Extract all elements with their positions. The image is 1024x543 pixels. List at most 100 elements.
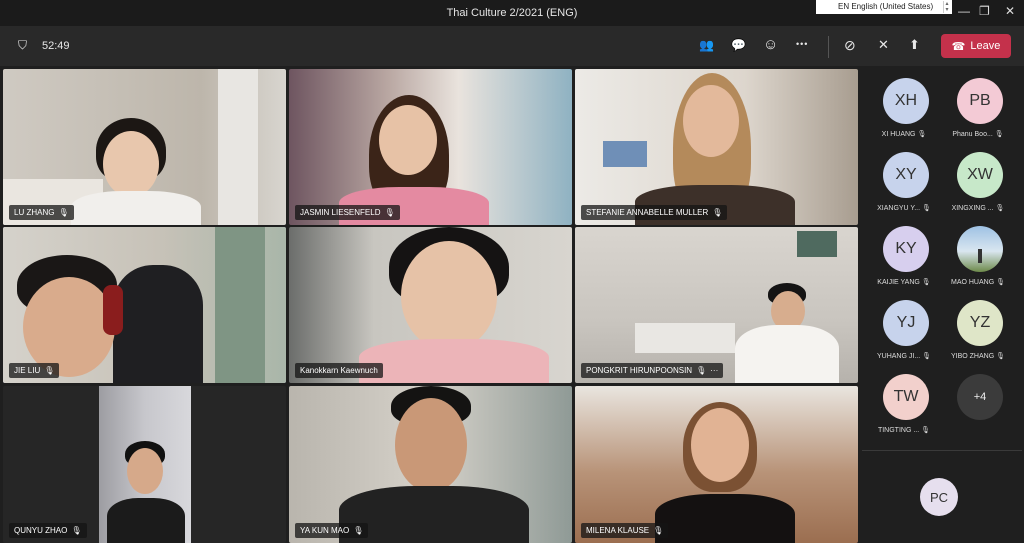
mic-muted-icon: 🎙	[44, 366, 55, 375]
meeting-timer: 52:49	[42, 40, 70, 52]
person-body	[71, 191, 201, 225]
avatar: YZ	[957, 300, 1003, 346]
participant-name: YUHANG JI...	[876, 353, 921, 360]
mic-off-icon[interactable]: ✕	[878, 37, 889, 53]
avatar: PB	[957, 78, 1003, 124]
participant-yibo-zhang[interactable]: YZ YIBO ZHANG 🎙	[937, 290, 1017, 362]
mic-muted-icon: 🎙	[712, 208, 723, 217]
participant-pc[interactable]: PC	[900, 468, 980, 540]
mic-muted-icon: 🎙	[384, 208, 395, 217]
person-body	[735, 325, 839, 383]
participant-xingxing[interactable]: XW XINGXING ... 🎙	[937, 142, 1017, 214]
participant-mao-huang[interactable]: MAO HUANG 🎙	[937, 216, 1017, 288]
people-icon[interactable]: 👥	[699, 38, 714, 52]
person-face	[23, 277, 115, 377]
video-tile-jie-liu[interactable]: JIE LIU 🎙	[3, 227, 286, 383]
avatar: TW	[883, 374, 929, 420]
avatar: YJ	[883, 300, 929, 346]
gaming-chair	[113, 265, 203, 383]
participant-name: YIBO ZHANG	[950, 353, 995, 360]
participant-name: Phanu Boo...	[952, 131, 993, 138]
participant-xi-huang[interactable]: XH XI HUANG 🎙	[863, 68, 943, 140]
participant-yuhang[interactable]: YJ YUHANG JI... 🎙	[863, 290, 943, 362]
video-tile-jasmin-liesenfeld[interactable]: JASMIN LIESENFELD 🎙	[289, 69, 572, 225]
person-face	[127, 448, 163, 494]
mic-muted-icon: 🎙	[994, 131, 1004, 138]
person-face	[683, 85, 739, 157]
video-tile-pongkrit-hirunpoonsin[interactable]: PONGKRIT HIRUNPOONSIN 🎙 ···	[575, 227, 858, 383]
video-tile-ya-kun-mao[interactable]: YA KUN MAO 🎙	[289, 386, 572, 543]
close-button[interactable]: ✕	[1005, 4, 1015, 18]
participant-name: XIANGYU Y...	[877, 205, 921, 212]
participant-name-tag: Kanokkarn Kaewnuch	[295, 363, 383, 378]
camera-off-icon[interactable]: ⊘	[844, 37, 856, 54]
mic-muted-icon: 🎙	[996, 353, 1006, 360]
avatar: XH	[883, 78, 929, 124]
toolbar-divider	[828, 36, 829, 58]
video-tile-kanokkarn-kaewnuch[interactable]: Kanokkarn Kaewnuch	[289, 227, 572, 383]
reactions-icon[interactable]: ☺	[763, 36, 778, 53]
mic-muted-icon: 🎙	[995, 205, 1005, 212]
person-face	[379, 105, 437, 175]
participant-label: MAO HUANG 🎙	[939, 278, 1017, 286]
person-face	[103, 131, 159, 197]
leave-label: Leave	[970, 40, 1001, 52]
video-tile-stefanie-annabelle-muller[interactable]: STEFANIE ANNABELLE MULLER 🎙	[575, 69, 858, 225]
mic-muted-icon: 🎙	[58, 208, 69, 217]
meeting-toolbar: ⛉ 52:49 👥 💬 ☺ ••• ⊘ ✕ ⬆ ☎ Leave	[0, 26, 1024, 66]
participant-name: Kanokkarn Kaewnuch	[300, 366, 378, 375]
avatar: XY	[883, 152, 929, 198]
more-participants-button[interactable]: +4	[937, 364, 1017, 436]
language-scroll[interactable]: ▴ ▾	[943, 1, 950, 13]
participant-phanu[interactable]: PB Phanu Boo... 🎙	[937, 68, 1017, 140]
participant-name-tag: QUNYU ZHAO 🎙	[9, 523, 87, 538]
leave-button[interactable]: ☎ Leave	[941, 34, 1011, 58]
video-tile-milena-klause[interactable]: MILENA KLAUSE 🎙	[575, 386, 858, 543]
participant-tingting[interactable]: TW TINGTING ... 🎙	[863, 364, 943, 436]
share-screen-icon[interactable]: ⬆	[909, 37, 920, 53]
participant-kaijie-yang[interactable]: KY KAIJIE YANG 🎙	[863, 216, 943, 288]
participant-label: TINGTING ... 🎙	[865, 426, 943, 434]
participant-name-tag: JIE LIU 🎙	[9, 363, 60, 378]
participant-label: Phanu Boo... 🎙	[939, 130, 1017, 138]
participant-name: TINGTING ...	[877, 427, 920, 434]
title-bar: Thai Culture 2/2021 (ENG) EN English (Un…	[0, 0, 1024, 26]
tile-more-icon[interactable]: ···	[710, 366, 718, 375]
chat-icon[interactable]: 💬	[731, 38, 746, 52]
video-tile-qunyu-zhao[interactable]: QUNYU ZHAO 🎙	[3, 386, 286, 543]
person-face	[401, 241, 497, 351]
participant-label: YUHANG JI... 🎙	[865, 352, 943, 360]
person-face	[691, 408, 749, 482]
participant-xiangyu[interactable]: XY XIANGYU Y... 🎙	[863, 142, 943, 214]
person-body	[359, 339, 549, 383]
maximize-button[interactable]: ❐	[979, 4, 990, 18]
participant-name-tag: MILENA KLAUSE 🎙	[581, 523, 669, 538]
mic-muted-icon: 🎙	[71, 526, 82, 535]
participant-name-tag: YA KUN MAO 🎙	[295, 523, 369, 538]
participant-label: YIBO ZHANG 🎙	[939, 352, 1017, 360]
video-tile-lu-zhang[interactable]: LU ZHANG 🎙	[3, 69, 286, 225]
participant-name-tag: LU ZHANG 🎙	[9, 205, 74, 220]
mic-muted-icon: 🎙	[653, 526, 664, 535]
person-face	[395, 398, 467, 492]
language-indicator[interactable]: EN English (United States) ▴ ▾	[816, 0, 952, 14]
mic-muted-icon: 🎙	[917, 131, 927, 138]
mic-muted-icon: 🎙	[996, 279, 1005, 286]
participant-label: XI HUANG 🎙	[865, 130, 943, 138]
participant-name: JIE LIU	[14, 366, 41, 375]
minimize-button[interactable]: —	[958, 4, 970, 18]
more-options-icon[interactable]: •••	[796, 39, 808, 49]
participant-name: XI HUANG	[881, 131, 916, 138]
participant-name: LU ZHANG	[14, 208, 55, 217]
participant-name: KAIJIE YANG	[877, 279, 920, 286]
participant-name: YA KUN MAO	[300, 526, 350, 535]
participant-label: XIANGYU Y... 🎙	[865, 204, 943, 212]
mic-muted-icon: 🎙	[922, 205, 931, 212]
roster-divider	[862, 450, 1022, 451]
avatar: KY	[883, 226, 929, 272]
participant-name-tag: JASMIN LIESENFELD 🎙	[295, 205, 400, 220]
participant-name: QUNYU ZHAO	[14, 526, 68, 535]
participant-name-tag: STEFANIE ANNABELLE MULLER 🎙	[581, 205, 728, 220]
participant-name: STEFANIE ANNABELLE MULLER	[586, 208, 709, 217]
language-label: EN English (United States)	[838, 2, 934, 11]
